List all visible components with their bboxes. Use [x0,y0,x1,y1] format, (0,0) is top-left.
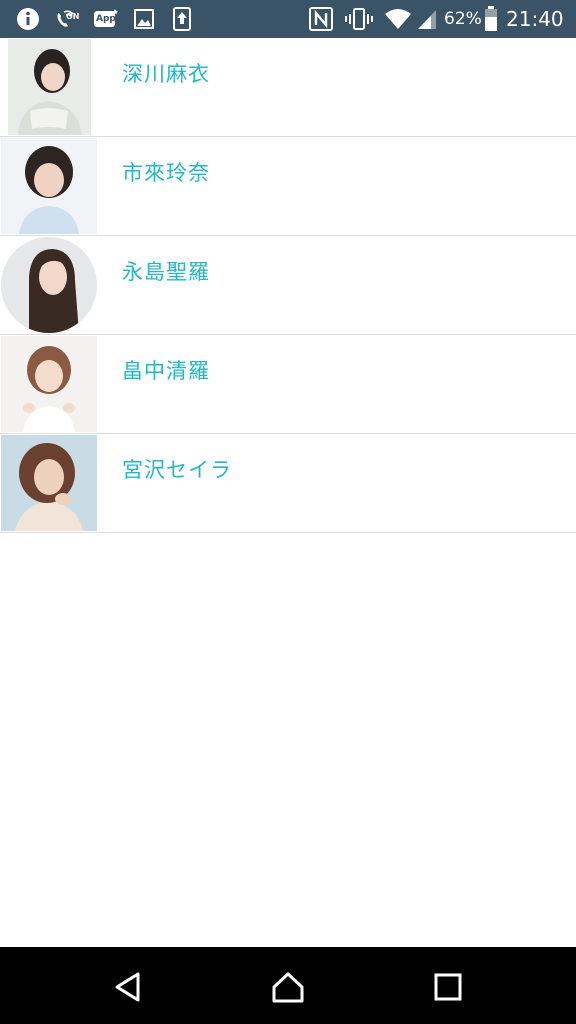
wifi-calling-badge: ON [66,12,80,21]
list-item[interactable]: 市來玲奈 [0,137,576,236]
info-icon [15,7,41,31]
battery-icon [482,6,500,31]
upload-icon [170,7,194,31]
person-name: 永島聖羅 [122,260,210,284]
person-name: 市來玲奈 [122,161,210,185]
vibrate-icon [344,7,374,31]
list-item[interactable]: 畠中清羅 [0,335,576,434]
person-name: 深川麻衣 [122,62,210,86]
nfc-icon [308,7,334,31]
person-name: 畠中清羅 [122,359,210,383]
people-list: 深川麻衣 市來玲奈 永島聖羅 畠中清羅 宮沢セイラ [0,38,576,533]
portrait-avatar [1,435,97,531]
signal-icon [415,7,439,31]
portrait-avatar [1,138,97,234]
portrait-avatar [1,336,97,432]
app-badge-label: App [96,14,116,24]
person-name: 宮沢セイラ [122,458,232,482]
wifi-icon [383,7,413,31]
recents-icon[interactable] [428,967,468,1007]
image-icon [132,7,156,31]
battery-percent: 62% [444,9,482,29]
portrait-avatar-round [1,237,97,333]
status-bar: ON App 62% 21:40 [0,0,576,38]
list-item[interactable]: 永島聖羅 [0,236,576,335]
portrait-avatar [8,39,91,135]
back-icon[interactable] [108,967,148,1007]
navigation-bar [0,947,576,1024]
home-icon[interactable] [268,967,308,1007]
clock-time: 21:40 [506,7,564,31]
list-item[interactable]: 宮沢セイラ [0,434,576,533]
list-item[interactable]: 深川麻衣 [0,38,576,137]
